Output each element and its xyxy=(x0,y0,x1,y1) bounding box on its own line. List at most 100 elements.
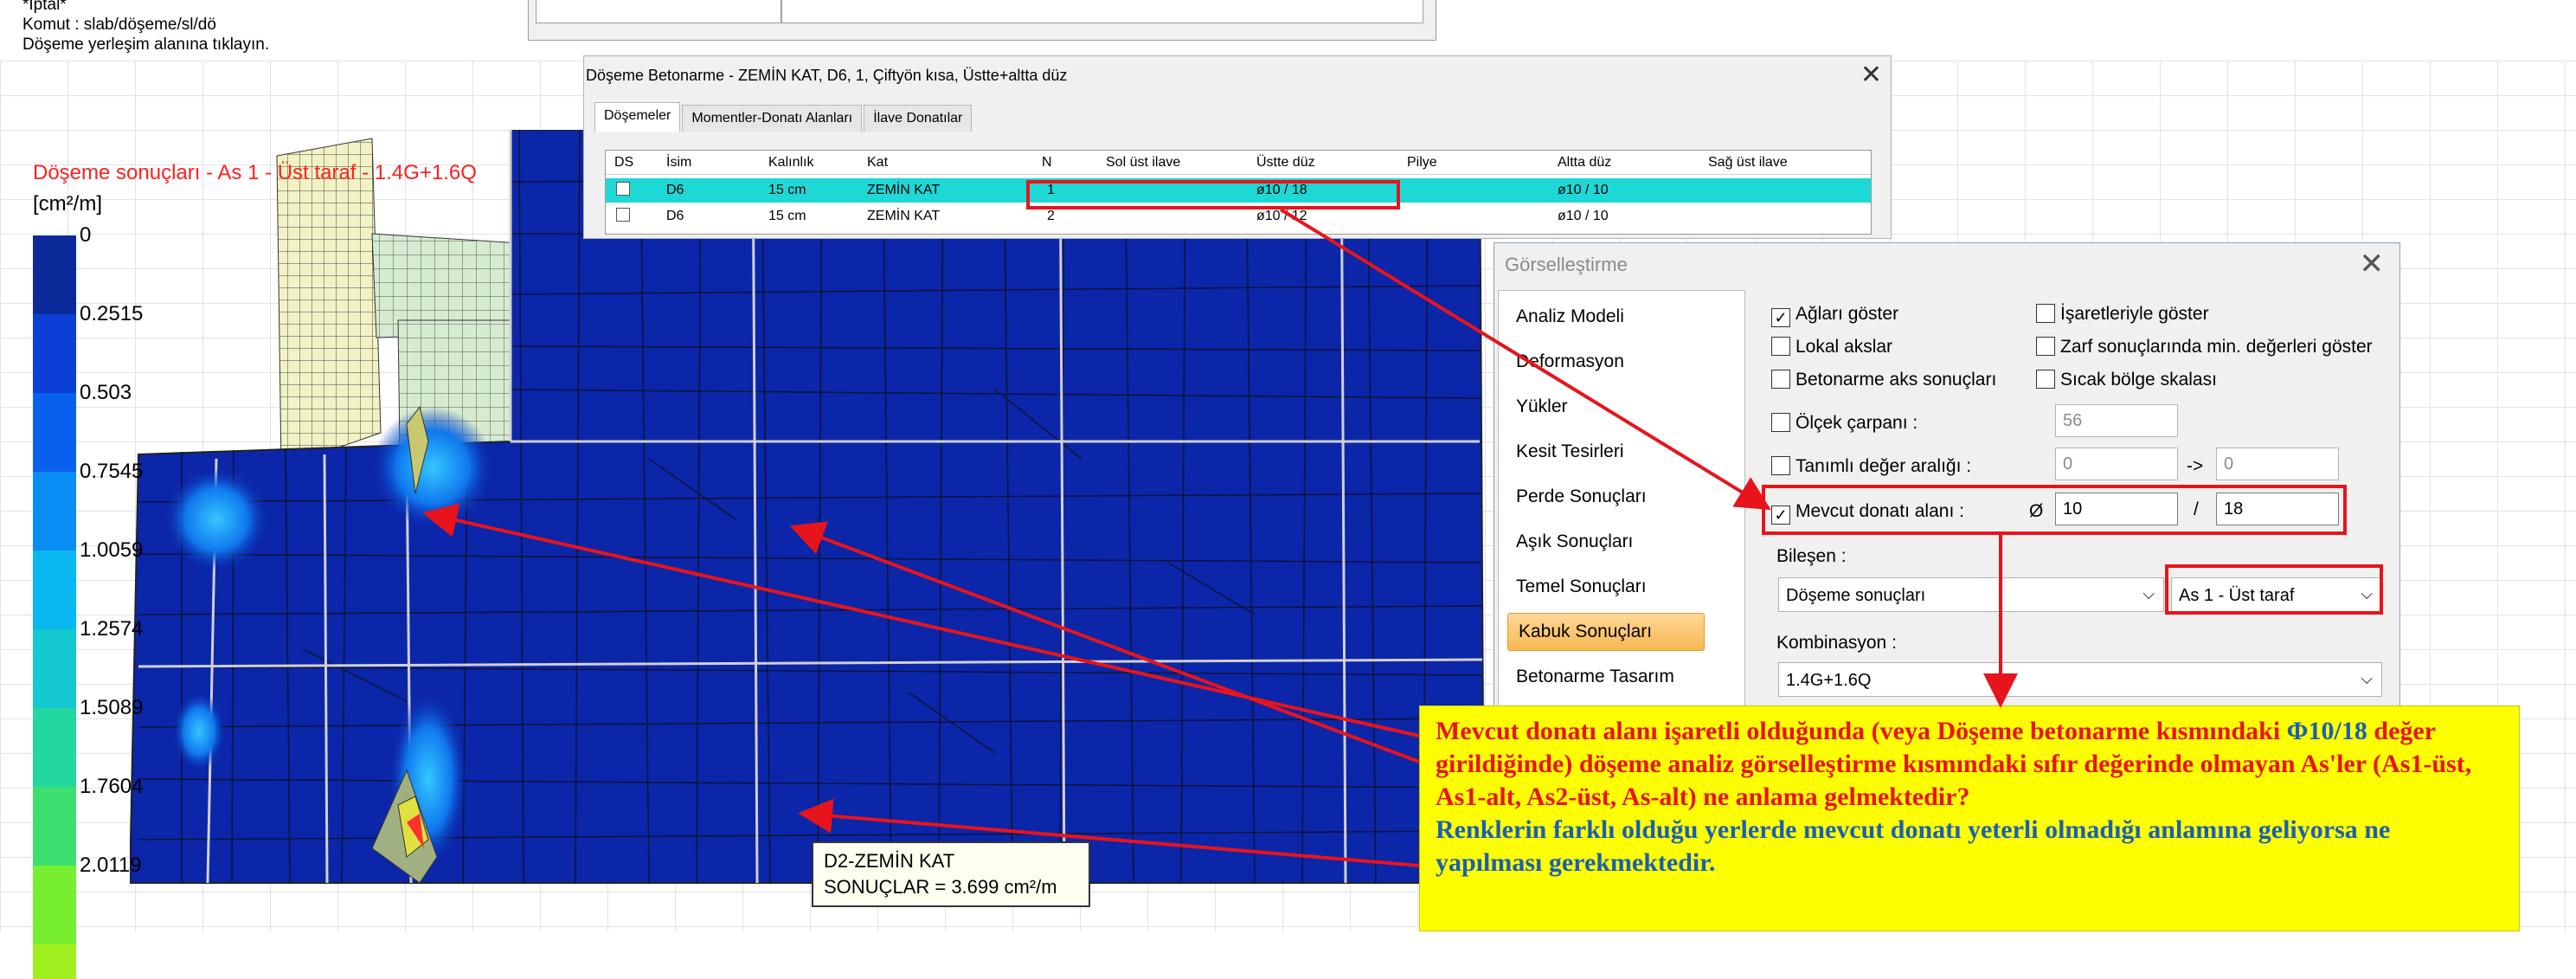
legend-color-band xyxy=(33,787,76,866)
check-label: Tanımlı değer aralığı : xyxy=(1795,456,1972,476)
kombinasyon-select[interactable]: 1.4G+1.6Q ⌵ xyxy=(1778,662,2382,697)
checkbox[interactable] xyxy=(1771,337,1790,356)
wall-mesh-yellow xyxy=(276,138,382,468)
slab-design-dialog[interactable]: Döşeme Betonarme - ZEMİN KAT, D6, 1, Çif… xyxy=(583,55,1892,239)
kombinasyon-value: 1.4G+1.6Q xyxy=(1786,671,1872,690)
check-sicak-bolge[interactable]: Sıcak bölge skalası xyxy=(2036,370,2217,390)
highlight-mevcut-donati xyxy=(1762,485,2347,535)
cell-kalinlik: 15 cm xyxy=(768,209,806,223)
legend-value-label: 1.7604 xyxy=(80,775,144,798)
range-arrow: -> xyxy=(2187,456,2204,476)
note-text-3: Renklerin farklı olduğu yerlerde mevcut … xyxy=(1436,815,2391,877)
legend-value-label: 1.2574 xyxy=(80,617,144,641)
legend-value-label: 1.0059 xyxy=(80,538,144,562)
nav-kesit-tesirleri[interactable]: Kesit Tesirleri xyxy=(1516,441,1623,462)
check-betonarme-aks[interactable]: Betonarme aks sonuçları xyxy=(1771,370,1996,390)
checkbox-checked[interactable]: ✓ xyxy=(1771,308,1790,327)
slab-mesh-view[interactable] xyxy=(130,130,1497,892)
tab-dosemeler[interactable]: Döşemeler xyxy=(594,102,681,132)
check-zarf-min[interactable]: Zarf sonuçlarında min. değerleri göster xyxy=(2036,337,2373,357)
range-from-input[interactable]: 0 xyxy=(2055,448,2178,480)
legend-color-band xyxy=(33,629,76,708)
check-isaretleriyle[interactable]: İşaretleriyle göster xyxy=(2036,304,2209,325)
bilesen-select[interactable]: Döşeme sonuçları ⌵ xyxy=(1778,577,2164,612)
check-label: Ağları göster xyxy=(1795,304,1899,324)
highlight-as1-ust xyxy=(2165,564,2383,615)
cell-kalinlik: 15 cm xyxy=(768,183,806,197)
check-label: İşaretleriyle göster xyxy=(2060,304,2209,324)
col-header-kat: Kat xyxy=(867,155,889,170)
note-text-1: Mevcut donatı alanı işaretli olduğunda (… xyxy=(1436,717,2287,745)
checkbox[interactable] xyxy=(1771,413,1790,432)
col-header-pilye: Pilye xyxy=(1407,155,1437,170)
close-icon[interactable]: ✕ xyxy=(1860,60,1882,90)
legend-color-band xyxy=(33,551,76,629)
cell-ustte-duz: ø10 / 12 xyxy=(1256,209,1307,223)
col-header-sag-ust: Sağ üst ilave xyxy=(1708,155,1788,170)
table-header-row: DS İsim Kalınlık Kat N Sol üst ilave Üst… xyxy=(606,151,1871,175)
legend-value-label: 1.5089 xyxy=(80,696,144,719)
nav-asik-sonuclari[interactable]: Aşık Sonuçları xyxy=(1516,531,1633,552)
nav-betonarme-tasarim[interactable]: Betonarme Tasarım xyxy=(1516,667,1674,687)
nav-kabuk-label: Kabuk Sonuçları xyxy=(1519,622,1653,641)
col-header-altta-duz: Altta düz xyxy=(1558,155,1612,170)
check-label: Sıcak bölge skalası xyxy=(2060,370,2217,390)
col-header-ds: DS xyxy=(614,155,634,170)
tab-momentler[interactable]: Momentler-Donatı Alanları xyxy=(682,105,863,132)
cell-kat: ZEMİN KAT xyxy=(867,209,941,223)
nav-perde-sonuclari[interactable]: Perde Sonuçları xyxy=(1516,486,1647,507)
col-header-isim: İsim xyxy=(666,155,692,170)
kombinasyon-label: Kombinasyon : xyxy=(1776,633,1897,653)
check-tanimli[interactable]: Tanımlı değer aralığı : xyxy=(1771,456,1971,477)
legend-value-label: 0.7545 xyxy=(80,460,144,483)
nav-kabuk-sonuclari[interactable]: Kabuk Sonuçları xyxy=(1507,613,1705,651)
olcek-input[interactable]: 56 xyxy=(2055,404,2178,437)
visualization-dialog[interactable]: Görselleştirme ✕ Analiz Modeli Deformasy… xyxy=(1494,242,2400,716)
cell-isim: D6 xyxy=(666,183,684,197)
legend-color-band xyxy=(33,708,76,787)
legend-title: Döşeme sonuçları - As 1 - Üst taraf - 1.… xyxy=(33,161,477,184)
slab-dialog-title: Döşeme Betonarme - ZEMİN KAT, D6, 1, Çif… xyxy=(586,67,1068,84)
cell-altta-duz: ø10 / 10 xyxy=(1558,209,1609,223)
checkbox[interactable] xyxy=(2036,370,2055,389)
checkbox[interactable] xyxy=(1771,370,1790,389)
legend-color-band xyxy=(33,393,76,472)
annotation-note: Mevcut donatı alanı işaretli olduğunda (… xyxy=(1419,705,2520,931)
col-header-sol-ust: Sol üst ilave xyxy=(1106,155,1181,170)
nav-yukler[interactable]: Yükler xyxy=(1516,396,1568,417)
nav-deformasyon[interactable]: Deformasyon xyxy=(1516,351,1624,372)
check-aglari-goster[interactable]: ✓ Ağları göster xyxy=(1771,304,1898,327)
slab-dialog-tabs: Döşemeler Momentler-Donatı Alanları İlav… xyxy=(594,102,973,132)
top-window-panel-left xyxy=(536,0,781,23)
check-label: Lokal akslar xyxy=(1795,337,1893,357)
check-lokal-akslar[interactable]: Lokal akslar xyxy=(1771,337,1892,357)
legend-value-label: 0.2515 xyxy=(80,302,144,325)
checkbox[interactable] xyxy=(2036,304,2055,323)
result-tooltip: D2-ZEMİN KAT SONUÇLAR = 3.699 cm²/m xyxy=(812,841,1090,907)
chevron-down-icon: ⌵ xyxy=(2142,585,2155,602)
nav-analiz-modeli[interactable]: Analiz Modeli xyxy=(1516,306,1624,327)
close-icon[interactable]: ✕ xyxy=(2360,247,2385,281)
legend-value-label: 0 xyxy=(80,223,92,247)
range-to-input[interactable]: 0 xyxy=(2216,448,2339,480)
bilesen-label: Bileşen : xyxy=(1776,546,1847,566)
tooltip-line-2: SONUÇLAR = 3.699 cm²/m xyxy=(824,876,1057,898)
legend-value-label: 2.0119 xyxy=(80,853,142,877)
checkbox[interactable] xyxy=(1771,456,1790,475)
command-line-3: Döşeme yerleşim alanına tıklayın. xyxy=(22,35,270,54)
chevron-down-icon: ⌵ xyxy=(2361,670,2373,687)
check-olcek[interactable]: Ölçek çarpanı : xyxy=(1771,413,1918,434)
nav-temel-sonuclari[interactable]: Temel Sonuçları xyxy=(1516,576,1647,597)
legend-color-band xyxy=(33,235,76,314)
legend-unit: [cm²/m] xyxy=(33,192,102,216)
tab-ilave-donatilar[interactable]: İlave Donatılar xyxy=(864,105,973,132)
row-checkbox[interactable] xyxy=(616,182,630,196)
checkbox[interactable] xyxy=(2036,337,2055,356)
top-partial-window xyxy=(528,0,1436,41)
cell-isim: D6 xyxy=(666,209,684,223)
highlight-row-n-ustte xyxy=(1026,180,1400,209)
legend-color-band xyxy=(33,472,76,551)
row-checkbox[interactable] xyxy=(616,208,630,222)
tooltip-line-1: D2-ZEMİN KAT xyxy=(824,850,955,872)
cell-altta-duz: ø10 / 10 xyxy=(1558,183,1609,197)
